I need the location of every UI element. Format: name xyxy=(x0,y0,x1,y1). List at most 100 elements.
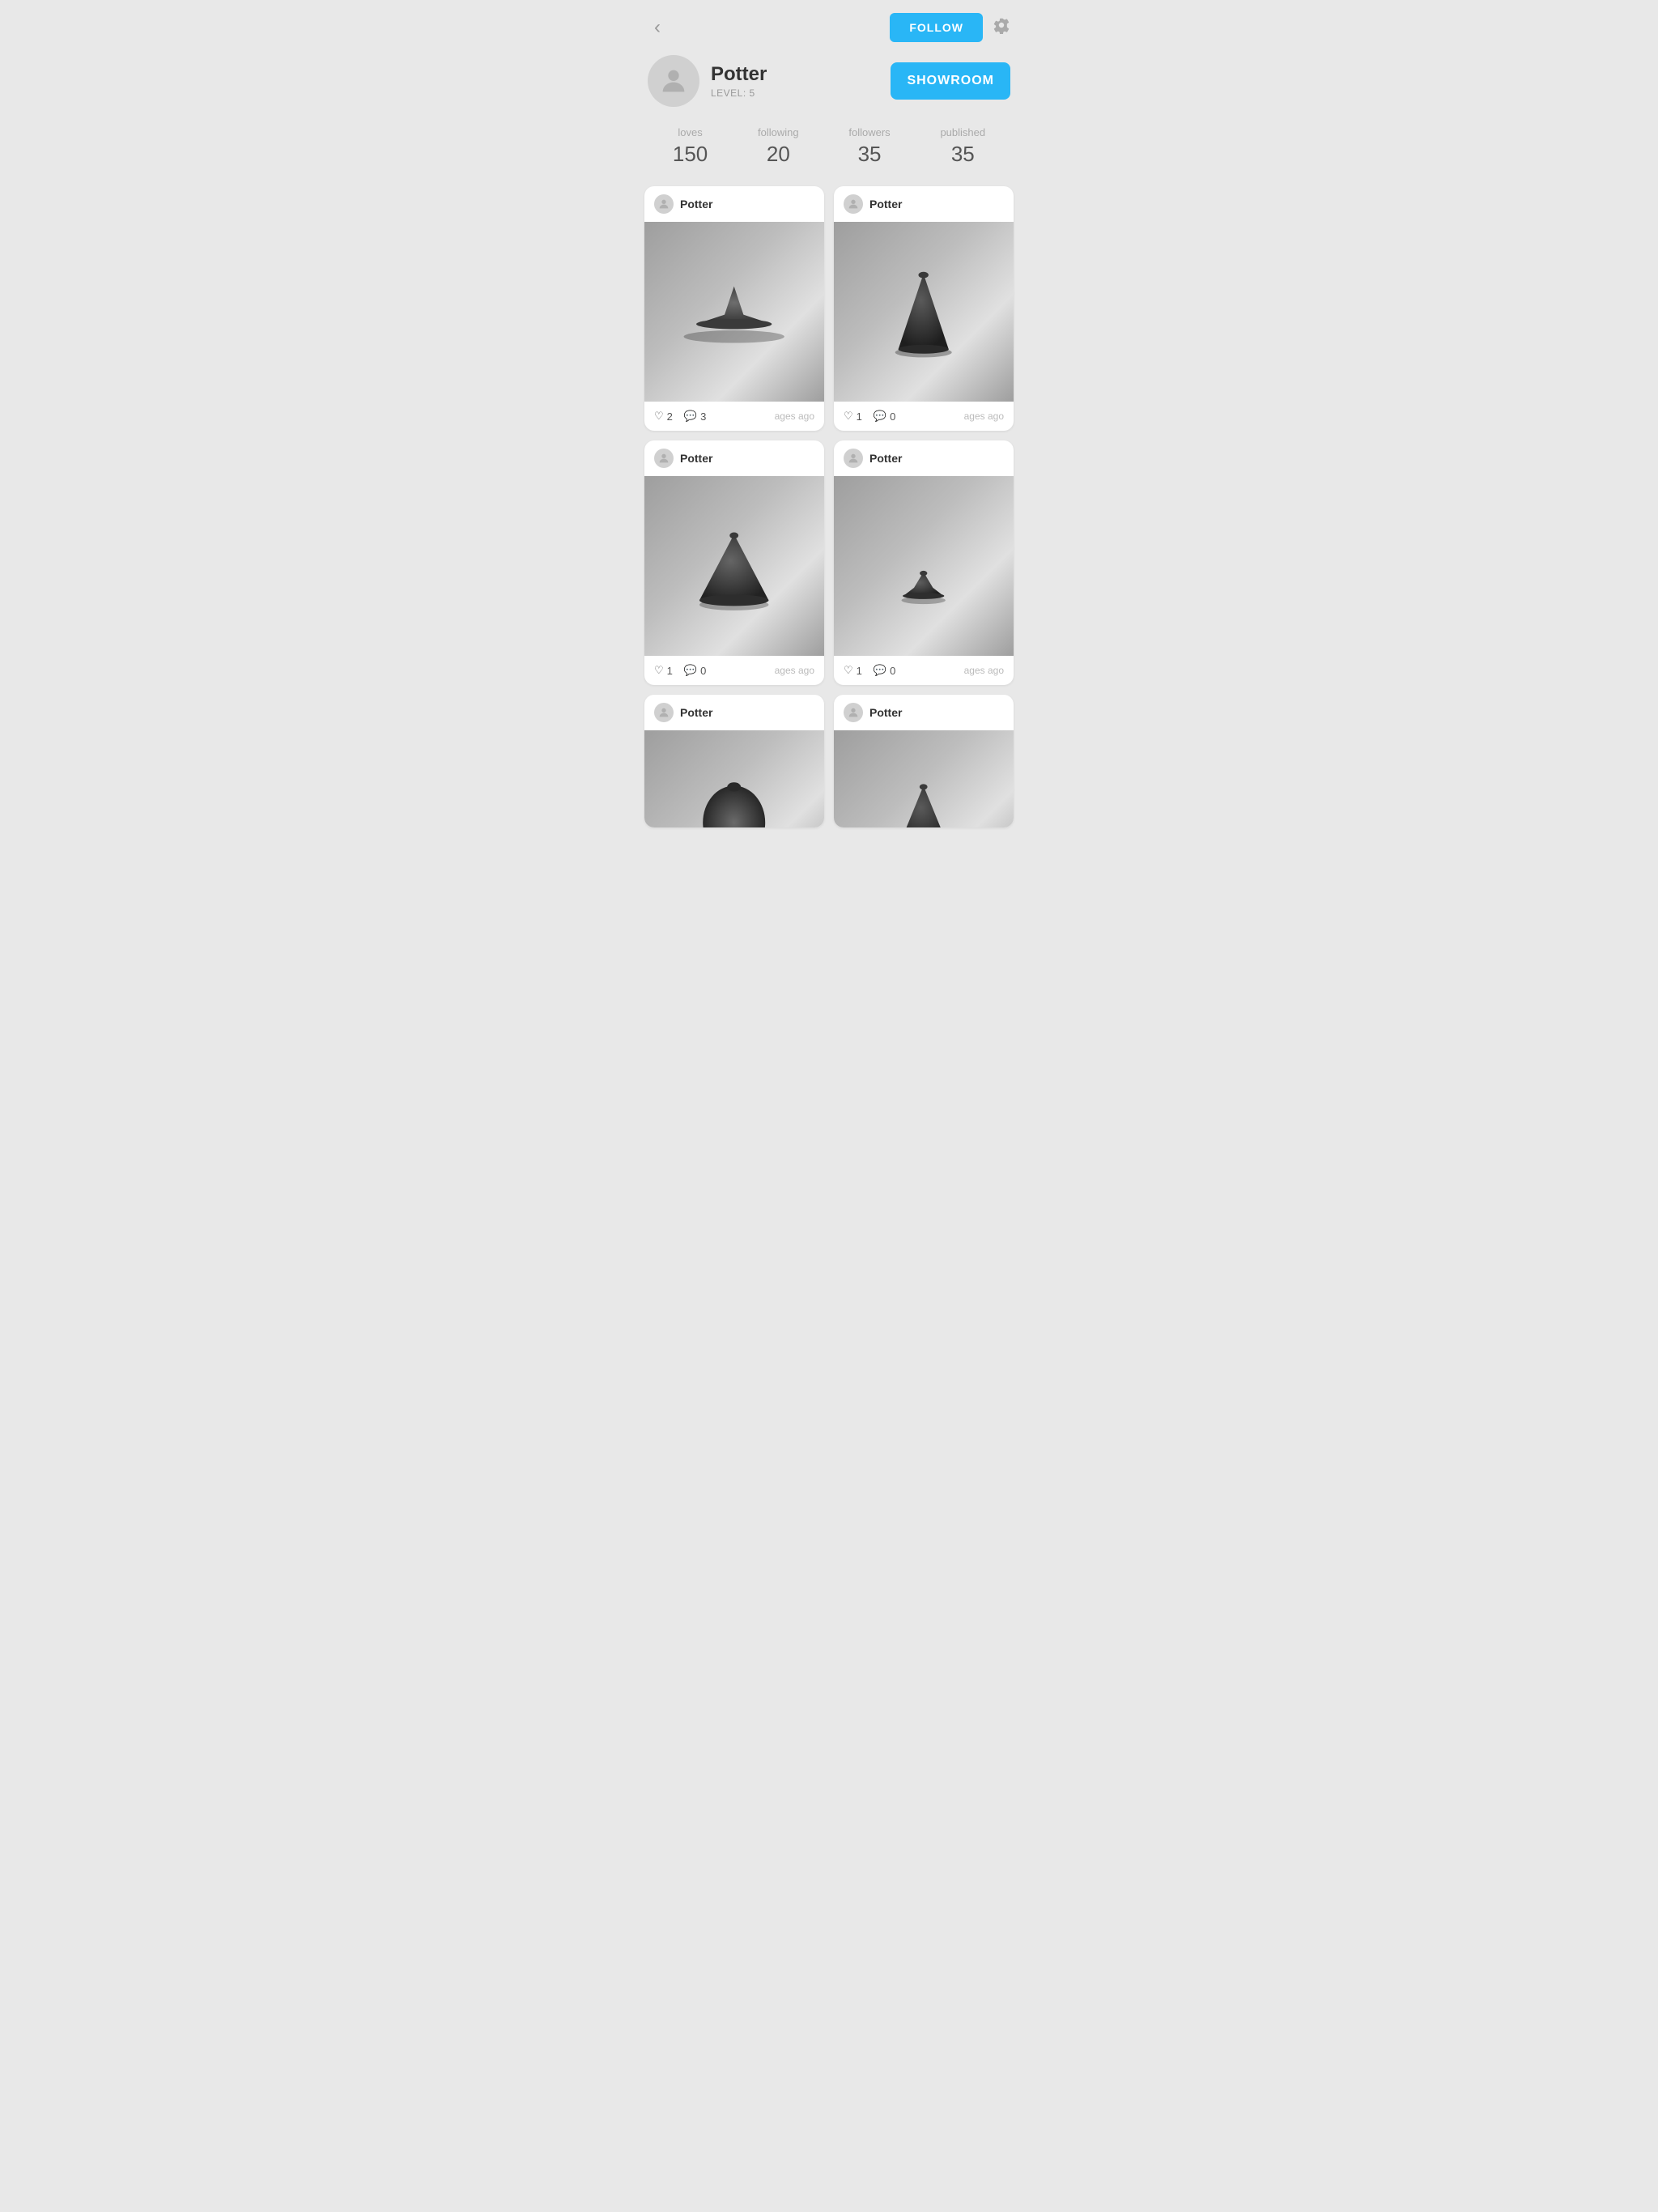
stat-published: published 35 xyxy=(940,126,985,167)
stat-published-value: 35 xyxy=(951,142,975,167)
card-5-avatar-icon xyxy=(657,706,670,719)
card-1-time: ages ago xyxy=(775,410,814,422)
card-1-avatar xyxy=(654,194,674,214)
card-5-avatar xyxy=(654,703,674,722)
card-5[interactable]: Potter xyxy=(644,695,824,827)
showroom-button[interactable]: SHOWROOM xyxy=(891,62,1010,100)
card-4-pottery xyxy=(861,503,986,628)
card-4-image xyxy=(834,476,1014,656)
card-2-header: Potter xyxy=(834,186,1014,222)
card-2-image xyxy=(834,222,1014,402)
avatar-icon xyxy=(657,65,690,97)
card-5-username: Potter xyxy=(680,706,712,719)
card-1-header: Potter xyxy=(644,186,824,222)
card-1-image xyxy=(644,222,824,402)
stat-followers-label: followers xyxy=(848,126,890,138)
card-1-username: Potter xyxy=(680,198,712,211)
card-4-comments: 💬 0 xyxy=(874,664,895,677)
comment-icon: 💬 xyxy=(684,410,697,423)
stat-following-value: 20 xyxy=(767,142,790,167)
profile-text: Potter LEVEL: 5 xyxy=(711,63,767,99)
card-1-comment-count: 3 xyxy=(700,410,706,423)
card-4-avatar-icon xyxy=(847,452,860,465)
card-2-time: ages ago xyxy=(964,410,1004,422)
card-2-like-count: 1 xyxy=(857,410,862,423)
card-4-likes: ♡ 1 xyxy=(844,664,862,677)
card-2-comment-count: 0 xyxy=(890,410,895,423)
card-1-pottery xyxy=(671,249,797,374)
profile-section: Potter LEVEL: 5 SHOWROOM xyxy=(635,49,1023,120)
card-3-likes: ♡ 1 xyxy=(654,664,673,677)
card-1-footer: ♡ 2 💬 3 ages ago xyxy=(644,402,824,431)
heart-icon-3: ♡ xyxy=(654,664,664,677)
card-2-avatar-icon xyxy=(847,198,860,211)
card-1[interactable]: Potter xyxy=(644,186,824,431)
card-6-avatar-icon xyxy=(847,706,860,719)
card-1-like-count: 2 xyxy=(667,410,673,423)
card-4-header: Potter xyxy=(834,440,1014,476)
card-4-like-count: 1 xyxy=(857,665,862,677)
profile-info: Potter LEVEL: 5 xyxy=(648,55,767,107)
header-actions: FOLLOW xyxy=(890,13,1010,42)
settings-button[interactable] xyxy=(993,16,1010,39)
avatar xyxy=(648,55,699,107)
card-3-header: Potter xyxy=(644,440,824,476)
card-3-comments: 💬 0 xyxy=(684,664,706,677)
stat-published-label: published xyxy=(940,126,985,138)
card-5-image xyxy=(644,730,824,827)
card-3-avatar-icon xyxy=(657,452,670,465)
heart-icon: ♡ xyxy=(654,410,664,423)
card-1-likes: ♡ 2 xyxy=(654,410,673,423)
card-1-comments: 💬 3 xyxy=(684,410,706,423)
stat-loves-value: 150 xyxy=(673,142,708,167)
comment-icon-2: 💬 xyxy=(874,410,886,423)
stat-loves-label: loves xyxy=(678,126,702,138)
card-6-avatar xyxy=(844,703,863,722)
card-4-time: ages ago xyxy=(964,665,1004,676)
card-3[interactable]: Potter xyxy=(644,440,824,685)
stats-row: loves 150 following 20 followers 35 publ… xyxy=(635,120,1023,186)
card-3-footer: ♡ 1 💬 0 ages ago xyxy=(644,656,824,685)
stat-following-label: following xyxy=(758,126,799,138)
gear-icon xyxy=(993,16,1010,34)
card-4-comment-count: 0 xyxy=(890,665,895,677)
profile-name: Potter xyxy=(711,63,767,86)
card-5-header: Potter xyxy=(644,695,824,730)
header: ‹ FOLLOW xyxy=(635,0,1023,49)
card-3-like-count: 1 xyxy=(667,665,673,677)
card-2-username: Potter xyxy=(869,198,902,211)
stat-loves: loves 150 xyxy=(673,126,708,167)
card-3-username: Potter xyxy=(680,452,712,465)
card-1-avatar-icon xyxy=(657,198,670,211)
heart-icon-2: ♡ xyxy=(844,410,853,423)
card-2-likes: ♡ 1 xyxy=(844,410,862,423)
comment-icon-3: 💬 xyxy=(684,664,697,677)
stat-followers: followers 35 xyxy=(848,126,890,167)
content-grid: Potter xyxy=(635,186,1023,837)
heart-icon-4: ♡ xyxy=(844,664,853,677)
card-2-pottery xyxy=(861,249,986,374)
comment-icon-4: 💬 xyxy=(874,664,886,677)
stat-followers-value: 35 xyxy=(858,142,882,167)
back-button[interactable]: ‹ xyxy=(648,13,667,42)
card-3-image xyxy=(644,476,824,656)
card-3-pottery xyxy=(671,503,797,628)
card-2-footer: ♡ 1 💬 0 ages ago xyxy=(834,402,1014,431)
card-3-comment-count: 0 xyxy=(700,665,706,677)
card-6-username: Potter xyxy=(869,706,902,719)
card-3-avatar xyxy=(654,449,674,468)
card-2-avatar xyxy=(844,194,863,214)
card-6-image xyxy=(834,730,1014,827)
card-3-time: ages ago xyxy=(775,665,814,676)
profile-level: LEVEL: 5 xyxy=(711,87,767,99)
card-4-username: Potter xyxy=(869,452,902,465)
card-6[interactable]: Potter xyxy=(834,695,1014,827)
card-6-header: Potter xyxy=(834,695,1014,730)
card-6-pottery xyxy=(861,755,986,827)
card-4-avatar xyxy=(844,449,863,468)
follow-button[interactable]: FOLLOW xyxy=(890,13,983,42)
card-2-comments: 💬 0 xyxy=(874,410,895,423)
card-2[interactable]: Potter xyxy=(834,186,1014,431)
stat-following: following 20 xyxy=(758,126,799,167)
card-4[interactable]: Potter xyxy=(834,440,1014,685)
